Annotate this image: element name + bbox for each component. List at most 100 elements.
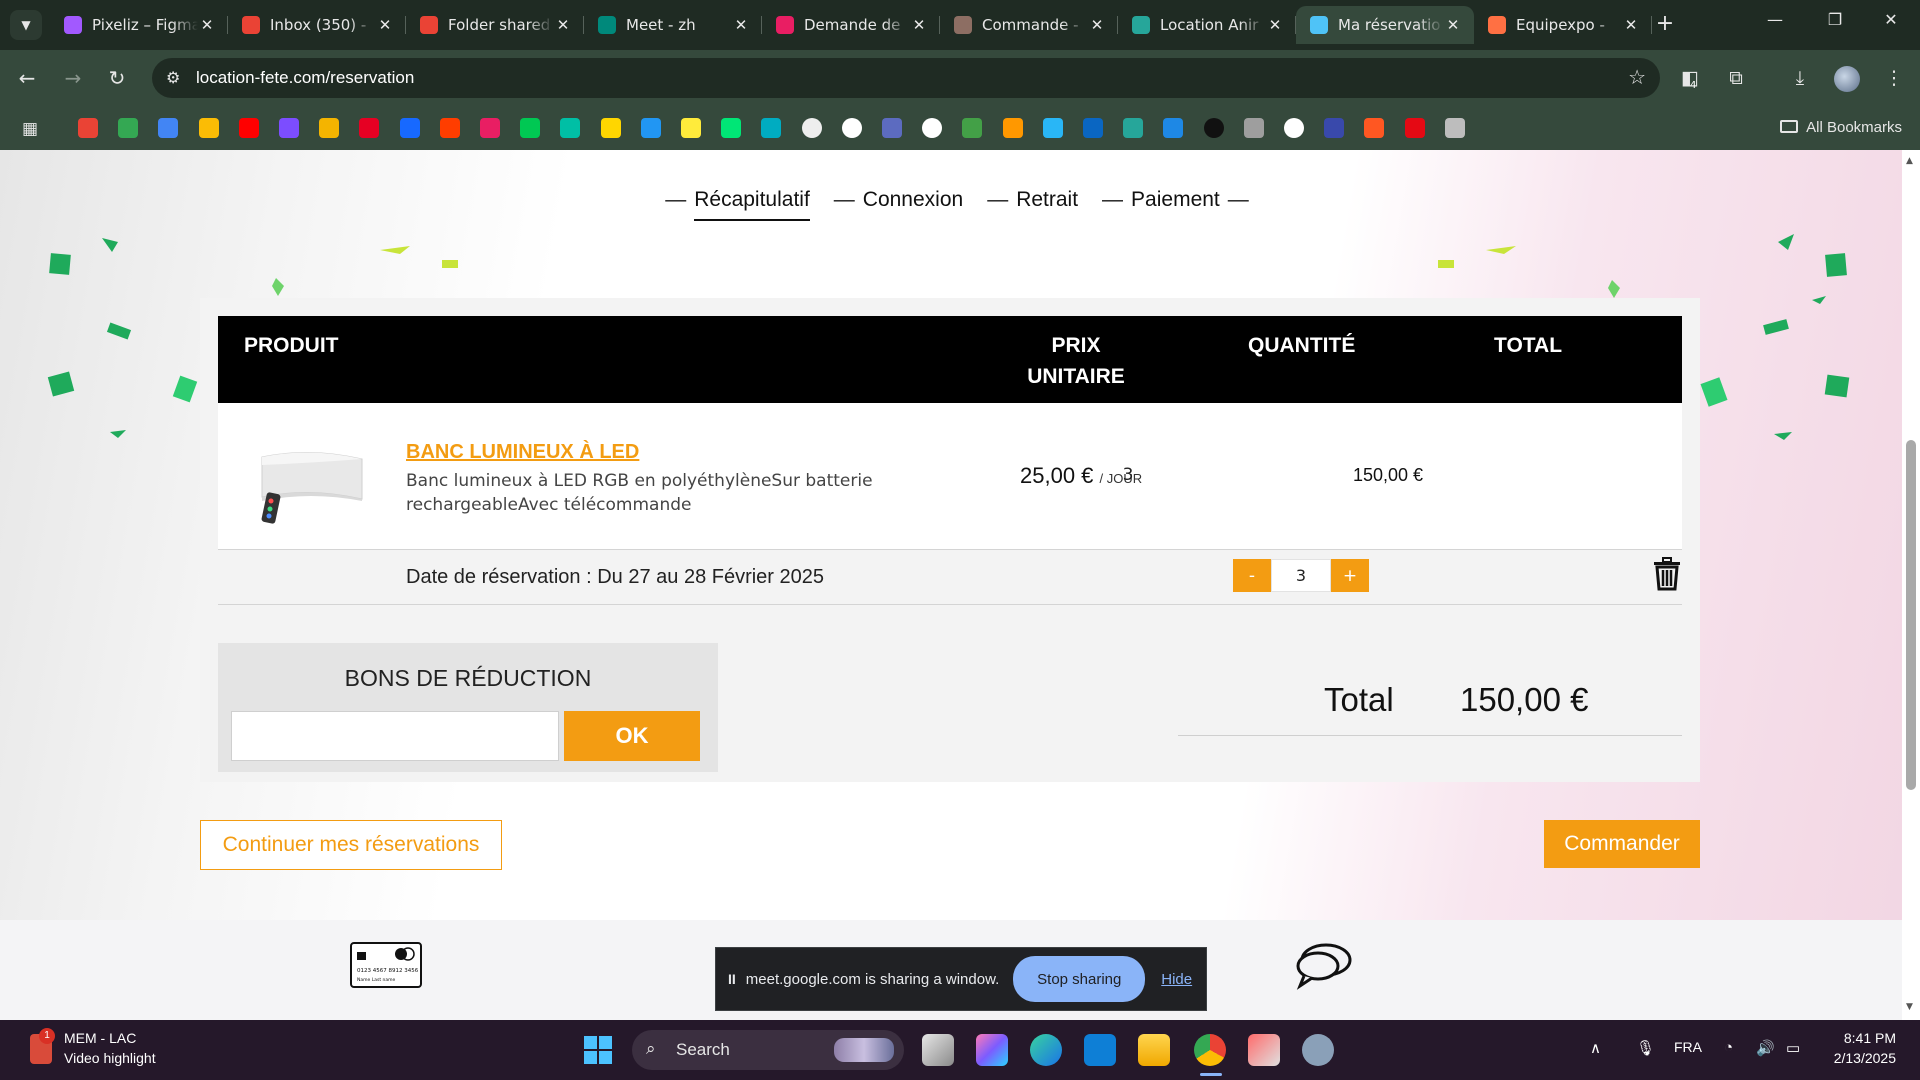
language-indicator[interactable]: FRA <box>1674 1039 1702 1055</box>
restore-icon[interactable]: ❐ <box>1820 10 1850 29</box>
bookmark-favicon-icon[interactable] <box>78 118 98 138</box>
bookmark-favicon-icon[interactable] <box>801 118 822 138</box>
new-tab-plus-icon[interactable]: + <box>1652 11 1678 36</box>
bookmark-favicon-icon[interactable] <box>1203 118 1224 138</box>
browser-tab[interactable]: Folder shared ✕ <box>406 6 584 44</box>
tab-close-icon[interactable]: ✕ <box>1444 16 1462 34</box>
bookmark-favicon-icon[interactable] <box>882 118 902 138</box>
bookmark-favicon-icon[interactable] <box>1163 118 1184 138</box>
bookmark-favicon-icon[interactable] <box>480 118 500 138</box>
all-bookmarks[interactable]: All Bookmarks <box>1780 119 1902 136</box>
tab-close-icon[interactable]: ✕ <box>554 16 572 34</box>
task-view-icon[interactable] <box>922 1034 954 1066</box>
checkout-step[interactable]: — Récapitulatif <box>665 188 810 221</box>
quantity-input[interactable]: 3 <box>1271 559 1331 592</box>
bookmark-favicon-icon[interactable] <box>238 118 259 138</box>
tab-close-icon[interactable]: ✕ <box>1622 16 1640 34</box>
quantity-decrease-button[interactable]: - <box>1233 559 1271 592</box>
bookmark-favicon-icon[interactable] <box>399 118 420 138</box>
bookmark-favicon-icon[interactable] <box>681 118 701 138</box>
bookmark-favicon-icon[interactable] <box>439 118 460 138</box>
bookmark-favicon-icon[interactable] <box>198 118 219 138</box>
url-text[interactable]: location-fete.com/reservation <box>196 68 414 88</box>
bookmark-favicon-icon[interactable] <box>118 118 139 138</box>
bookmark-star-icon[interactable]: ☆ <box>1628 65 1646 89</box>
bookmark-favicon-icon[interactable] <box>1083 118 1103 138</box>
apps-grid-icon[interactable]: ▦ <box>22 119 38 139</box>
copilot-icon[interactable] <box>976 1034 1008 1066</box>
coupon-input[interactable] <box>231 711 559 761</box>
tab-search-chevron-icon[interactable]: ▼ <box>10 10 42 40</box>
checkout-step[interactable]: — Paiement <box>1102 188 1220 212</box>
microphone-icon[interactable]: 🎙 <box>1636 1039 1655 1057</box>
volume-icon[interactable]: 🔊 <box>1756 1039 1775 1057</box>
widget-subtitle[interactable]: Video highlight <box>64 1050 156 1066</box>
browser-tab[interactable]: Ma réservatio ✕ <box>1296 6 1474 44</box>
site-info-icon[interactable]: ⚙ <box>166 68 180 87</box>
browser-tab[interactable]: Pixeliz – Figma ✕ <box>50 6 228 44</box>
trash-icon[interactable] <box>1652 557 1682 591</box>
bookmark-favicon-icon[interactable] <box>761 118 782 138</box>
product-image[interactable] <box>250 429 368 529</box>
close-window-icon[interactable]: ✕ <box>1876 10 1906 29</box>
tray-overflow-chevron-icon[interactable]: ∧ <box>1590 1039 1601 1057</box>
back-arrow-icon[interactable]: ← <box>12 66 42 90</box>
quantity-increase-button[interactable]: + <box>1331 559 1369 592</box>
bookmark-favicon-icon[interactable] <box>1123 118 1144 138</box>
bookmark-favicon-icon[interactable] <box>1404 118 1425 138</box>
chrome-icon[interactable] <box>1194 1034 1226 1066</box>
bookmark-favicon-icon[interactable] <box>721 118 742 138</box>
bookmark-favicon-icon[interactable] <box>158 118 179 138</box>
scrollbar-thumb[interactable] <box>1906 440 1916 790</box>
bookmark-favicon-icon[interactable] <box>1243 118 1264 138</box>
browser-tab[interactable]: Equipexpo - ✕ <box>1474 6 1652 44</box>
edge-icon[interactable] <box>1030 1034 1062 1066</box>
bookmark-favicon-icon[interactable] <box>1042 118 1063 138</box>
checkout-step[interactable]: — Connexion <box>834 188 963 212</box>
puzzle-extensions-icon[interactable]: ⧉ <box>1722 67 1750 89</box>
battery-icon[interactable]: ▭ <box>1786 1039 1800 1057</box>
address-bar[interactable]: ⚙ location-fete.com/reservation ☆ <box>152 58 1660 98</box>
drag-handle-icon[interactable]: II <box>728 971 736 987</box>
scroll-down-arrow-icon[interactable]: ▼ <box>1906 1002 1913 1012</box>
settings-gear-icon[interactable] <box>1302 1034 1334 1066</box>
widget-title[interactable]: MEM - LAC <box>64 1030 136 1046</box>
checkout-step[interactable]: — Retrait <box>987 188 1078 212</box>
tab-close-icon[interactable]: ✕ <box>198 16 216 34</box>
bookmark-favicon-icon[interactable] <box>1284 118 1304 138</box>
scroll-up-arrow-icon[interactable]: ▲ <box>1906 156 1913 166</box>
taskbar-search[interactable]: ⌕ Search <box>632 1030 904 1070</box>
bookmark-favicon-icon[interactable] <box>560 118 581 138</box>
bookmark-favicon-icon[interactable] <box>1002 118 1023 138</box>
browser-tab[interactable]: Inbox (350) - ✕ <box>228 6 406 44</box>
bookmark-favicon-icon[interactable] <box>279 118 299 138</box>
snipping-tool-icon[interactable] <box>1248 1034 1280 1066</box>
windows-start-icon[interactable] <box>584 1036 612 1064</box>
bookmark-favicon-icon[interactable] <box>600 118 621 138</box>
browser-tab[interactable]: Commande - ✕ <box>940 6 1118 44</box>
tab-close-icon[interactable]: ✕ <box>910 16 928 34</box>
stop-sharing-button[interactable]: Stop sharing <box>1013 956 1146 1002</box>
browser-tab[interactable]: Meet - zh ✕ <box>584 6 762 44</box>
tab-close-icon[interactable]: ✕ <box>732 16 750 34</box>
tab-close-icon[interactable]: ✕ <box>376 16 394 34</box>
continue-reservations-button[interactable]: Continuer mes réservations <box>200 820 502 870</box>
bookmark-favicon-icon[interactable] <box>359 118 380 138</box>
order-button[interactable]: Commander <box>1544 820 1700 868</box>
bookmark-favicon-icon[interactable] <box>841 118 862 138</box>
bookmark-favicon-icon[interactable] <box>1444 118 1465 138</box>
coupon-ok-button[interactable]: OK <box>564 711 700 761</box>
bookmark-favicon-icon[interactable] <box>922 118 943 138</box>
clock-time[interactable]: 8:41 PM <box>1844 1030 1896 1046</box>
hide-banner-link[interactable]: Hide <box>1161 971 1192 988</box>
menu-kebab-icon[interactable]: ⋮ <box>1880 67 1908 89</box>
tab-close-icon[interactable]: ✕ <box>1088 16 1106 34</box>
minimize-icon[interactable]: — <box>1760 10 1790 29</box>
forward-arrow-icon[interactable]: → <box>58 66 88 90</box>
product-name-link[interactable]: BANC LUMINEUX À LED <box>406 441 639 464</box>
bookmark-favicon-icon[interactable] <box>1364 118 1385 138</box>
wifi-icon[interactable]: ◔ <box>1724 1039 1733 1056</box>
vscode-icon[interactable] <box>1084 1034 1116 1066</box>
profile-avatar[interactable] <box>1834 66 1860 92</box>
bookmark-favicon-icon[interactable] <box>962 118 983 138</box>
